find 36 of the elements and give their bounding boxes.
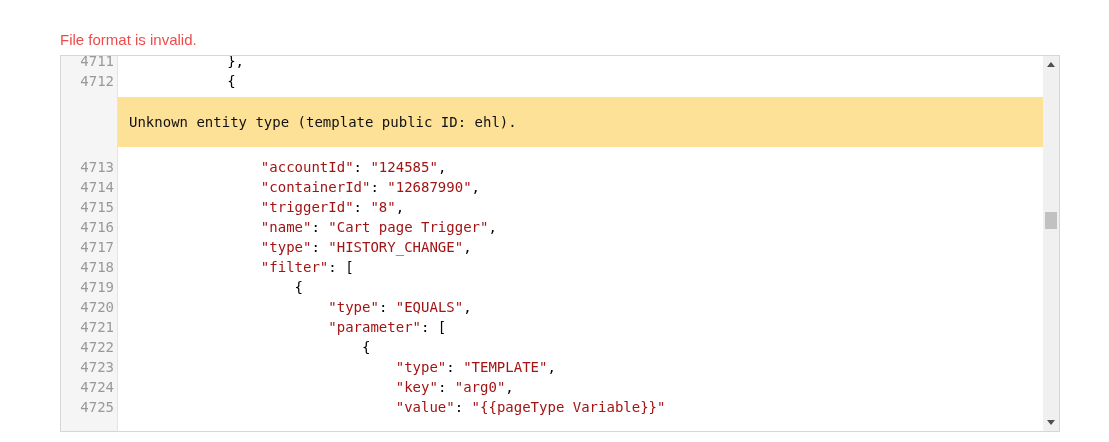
code-line: { xyxy=(361,338,371,357)
scroll-thumb[interactable] xyxy=(1045,212,1057,229)
code-line: "type": "HISTORY_CHANGE", xyxy=(259,238,472,257)
code-line: }, xyxy=(226,56,244,71)
scroll-down-icon[interactable] xyxy=(1047,420,1055,425)
line-number: 4724 xyxy=(80,378,115,397)
code-line: { xyxy=(226,72,236,91)
scrollbar[interactable] xyxy=(1043,56,1059,431)
code-line: "type": "EQUALS", xyxy=(327,298,472,317)
line-number: 4719 xyxy=(80,278,115,297)
code-line: "value": "{{pageType Variable}}" xyxy=(394,398,666,417)
line-number: 4711 xyxy=(80,56,115,71)
line-number: 4713 xyxy=(80,158,115,177)
code-line: "key": "arg0", xyxy=(394,378,514,397)
code-line: { xyxy=(293,278,303,297)
line-number: 4714 xyxy=(80,178,115,197)
line-number: 4723 xyxy=(80,358,115,377)
line-number: 4725 xyxy=(80,398,115,417)
line-number: 4716 xyxy=(80,218,115,237)
line-number: 4718 xyxy=(80,258,115,277)
line-number: 4715 xyxy=(80,198,115,217)
code-line: "filter": [ xyxy=(259,258,354,277)
error-message: File format is invalid. xyxy=(60,31,198,50)
line-number: 4717 xyxy=(80,238,115,257)
code-line: "triggerId": "8", xyxy=(259,198,405,217)
line-number: 4712 xyxy=(80,72,115,91)
code-line: "type": "TEMPLATE", xyxy=(394,358,556,377)
code-line: "name": "Cart page Trigger", xyxy=(259,218,497,237)
scroll-up-icon[interactable] xyxy=(1047,62,1055,67)
warning-message: Unknown entity type (template public ID: ehl). xyxy=(118,97,1043,147)
line-number: 4722 xyxy=(80,338,115,357)
line-number: 4721 xyxy=(80,318,115,337)
line-number: 4720 xyxy=(80,298,115,317)
code-line: "containerId": "12687990", xyxy=(259,178,481,197)
code-line: "parameter": [ xyxy=(327,318,447,337)
code-line: "accountId": "124585", xyxy=(259,158,447,177)
